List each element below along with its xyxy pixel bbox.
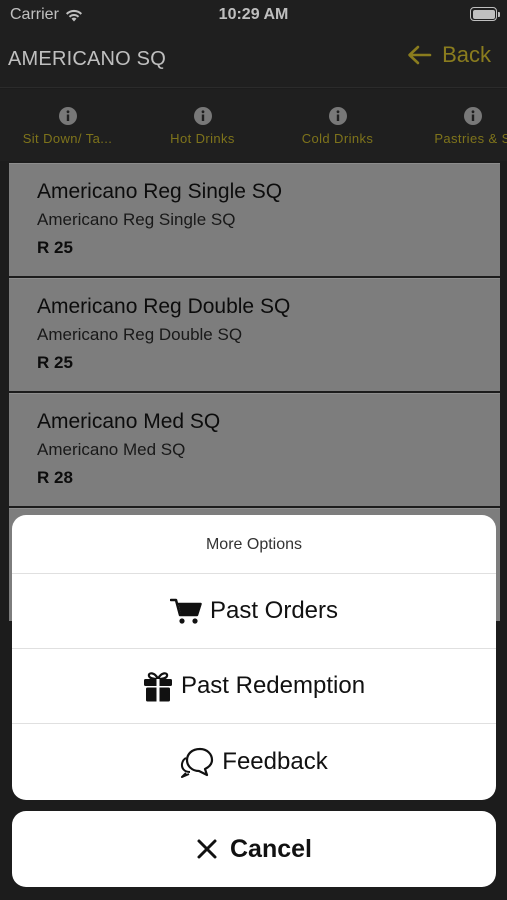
chat-bubbles-icon bbox=[181, 747, 214, 778]
past-orders-label: Past Orders bbox=[209, 597, 339, 624]
past-redemption-button[interactable]: Past Redemption bbox=[12, 649, 496, 724]
feedback-label: Feedback bbox=[222, 747, 328, 775]
past-redemption-label: Past Redemption bbox=[180, 672, 366, 699]
feedback-button[interactable]: Feedback bbox=[12, 724, 496, 799]
gift-icon bbox=[143, 672, 172, 702]
past-orders-button[interactable]: Past Orders bbox=[12, 574, 496, 649]
app-screen: Carrier 10:29 AM AMERICANO SQ Back Sit D… bbox=[0, 0, 507, 900]
sheet-title: More Options bbox=[12, 515, 496, 574]
more-options-sheet: More Options Past Orders Past Redemption bbox=[12, 515, 496, 800]
cancel-label: Cancel bbox=[230, 834, 312, 863]
close-icon bbox=[197, 839, 217, 859]
cancel-button[interactable]: Cancel bbox=[12, 811, 496, 887]
cart-icon bbox=[169, 598, 202, 624]
